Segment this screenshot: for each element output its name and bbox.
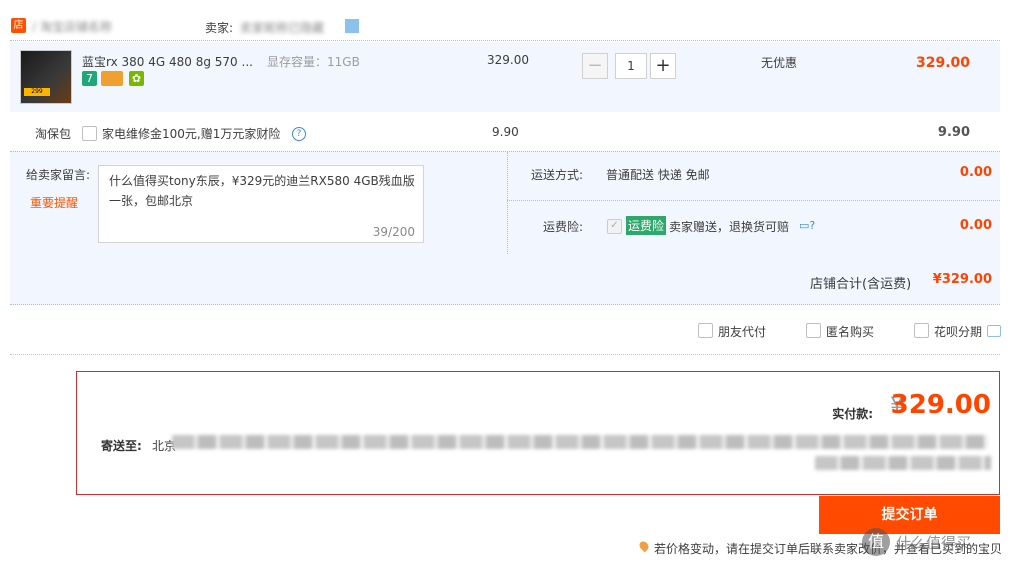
watermark-logo-icon: 值 — [862, 528, 890, 556]
taobaobao-option-text: 家电维修金100元,赠1万元家财险 — [102, 127, 281, 141]
item-line-total: 329.00 — [915, 55, 970, 71]
quantity-decrease-button[interactable]: − — [582, 53, 608, 79]
shipping-insurance-price: 0.00 — [959, 218, 992, 233]
shipping-method-label: 运送方式: — [531, 168, 584, 182]
message-shipping-block: 给卖家留言: 重要提醒 什么值得买tony东辰，¥329元的迪兰RX580 4G… — [10, 151, 1000, 305]
actual-pay-amount: 329.00 — [890, 390, 991, 420]
product-title[interactable]: 蓝宝rx 380 4G 480 8g 570 ... — [82, 53, 253, 70]
divider — [10, 354, 1000, 356]
huabei-checkbox[interactable] — [914, 323, 929, 338]
message-char-count: 39/200 — [372, 225, 415, 239]
shipping-insurance-label: 运费险: — [543, 220, 584, 234]
help-icon[interactable]: ? — [292, 127, 306, 141]
friend-pay-checkbox[interactable] — [698, 323, 713, 338]
store-total-label: 店铺合计(含运费) — [810, 277, 912, 292]
order-item: 299 蓝宝rx 380 4G 480 8g 570 ... 显存容量：11GB… — [10, 42, 1000, 112]
insurance-info-icon[interactable]: ▭? — [799, 219, 815, 232]
sku-label: 显存容量：11GB — [267, 55, 360, 69]
huabei-label[interactable]: 花呗分期 — [934, 323, 982, 340]
shipping-method-value[interactable]: 普通配送 快递 免邮 — [606, 166, 710, 183]
divider — [507, 200, 1000, 202]
taobaobao-checkbox[interactable] — [82, 126, 97, 141]
actual-pay-label: 实付款: — [832, 407, 873, 421]
address-redacted — [815, 456, 991, 470]
submit-order-button[interactable]: 提交订单 — [819, 496, 1000, 534]
store-total-value: ¥329.00 — [932, 272, 992, 287]
seller-name[interactable]: 卖家昵称已隐藏 — [240, 19, 324, 36]
taobaobao-label: 淘保包 — [35, 127, 72, 141]
quantity-increase-button[interactable]: + — [650, 53, 676, 79]
thumbnail-price-tag: 299 — [24, 88, 50, 96]
shipping-insurance-checkbox[interactable]: ✓ — [607, 219, 622, 234]
huabei-icon: ✿ — [129, 71, 144, 86]
seller-message-label: 给卖家留言: — [26, 168, 91, 182]
friend-pay-label[interactable]: 朋友代付 — [718, 323, 766, 340]
shipping-insurance-tag: 运费险 — [626, 216, 667, 235]
taobaobao-row: 淘保包 家电维修金100元,赠1万元家财险 ? 9.90 9.90 — [10, 114, 1000, 150]
order-summary: 实付款: ¥ 329.00 寄送至: 北京 — [76, 371, 1000, 495]
seller-message-text: 什么值得买tony东辰，¥329元的迪兰RX580 4GB残血版一张，包邮北京 — [109, 174, 415, 208]
promotion-text: 无优惠 — [761, 56, 798, 70]
shipping-insurance-text: 卖家赠送，退换货可赔 — [669, 220, 790, 234]
important-notice-link[interactable]: 重要提醒 — [30, 194, 78, 211]
chat-icon[interactable] — [345, 19, 359, 33]
unit-price: 329.00 — [487, 53, 529, 67]
watermark-text: 什么值得买 — [896, 534, 972, 552]
location-pin-icon — [637, 539, 651, 553]
store-icon: 店 — [11, 18, 26, 33]
seven-day-return-icon: 7 — [82, 71, 97, 86]
shop-name[interactable]: / 淘宝店铺名称 — [32, 18, 112, 35]
divider — [507, 152, 509, 254]
anonymous-checkbox[interactable] — [806, 323, 821, 338]
taobaobao-price: 9.90 — [492, 125, 519, 139]
shop-header: 店 / 淘宝店铺名称 卖家: 卖家昵称已隐藏 — [10, 14, 1000, 41]
seller-message-textarea[interactable]: 什么值得买tony东辰，¥329元的迪兰RX580 4GB残血版一张，包邮北京 … — [98, 165, 424, 243]
shipping-price: 0.00 — [959, 165, 992, 180]
ship-to-label: 寄送至: — [101, 439, 142, 453]
quantity-input[interactable]: 1 — [615, 53, 647, 79]
credit-card-icon — [101, 71, 123, 86]
chat-icon[interactable] — [987, 325, 1001, 337]
anonymous-label[interactable]: 匿名购买 — [826, 323, 874, 340]
seller-label: 卖家: — [205, 21, 234, 35]
taobaobao-total: 9.90 — [937, 125, 970, 140]
address-redacted — [172, 435, 988, 449]
